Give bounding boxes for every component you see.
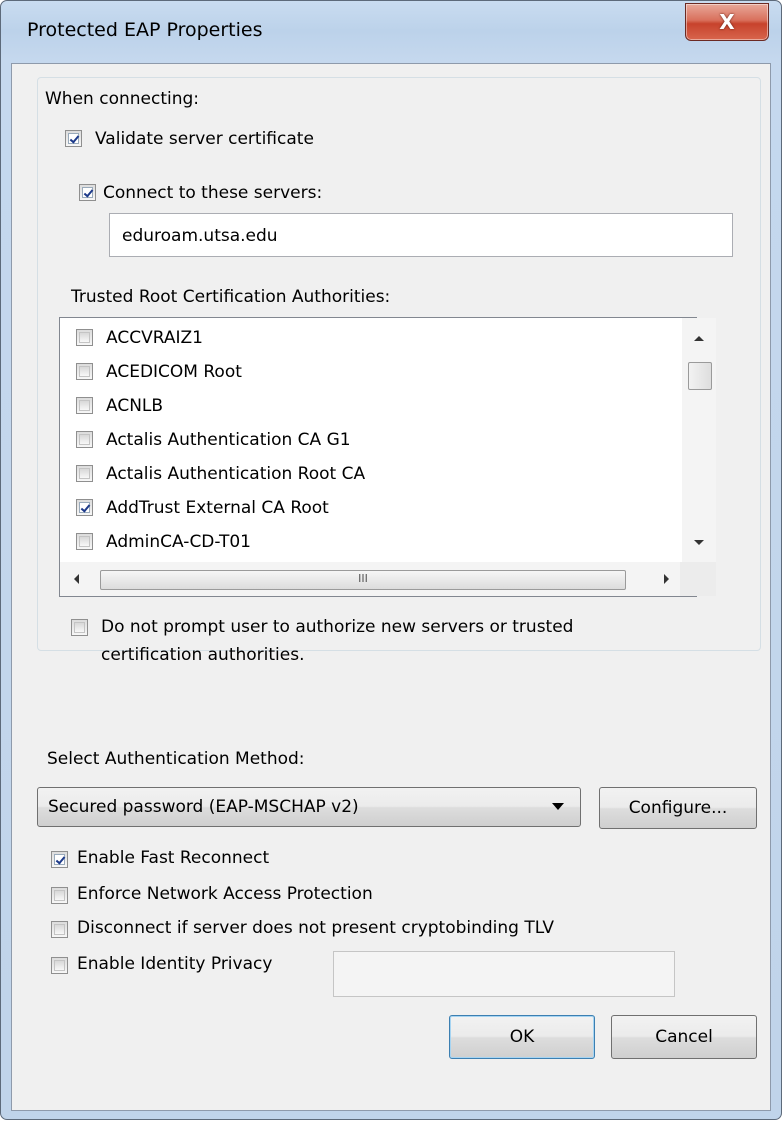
trusted-authorities-list[interactable]: ACCVRAIZ1 ACEDICOM Root ACNLB Actalis Au… xyxy=(59,317,716,597)
authority-label: ACCVRAIZ1 xyxy=(106,328,203,348)
close-icon: X xyxy=(719,10,735,34)
cancel-button-label: Cancel xyxy=(655,1027,713,1047)
configure-button-label: Configure... xyxy=(628,798,728,818)
servers-input[interactable]: eduroam.utsa.edu xyxy=(109,213,733,257)
vertical-scrollbar[interactable] xyxy=(682,318,716,562)
fast-reconnect-label: Enable Fast Reconnect xyxy=(77,848,270,868)
scroll-right-icon[interactable] xyxy=(664,574,669,584)
no-prompt-label-line2: certification authorities. xyxy=(101,645,305,665)
auth-method-heading: Select Authentication Method: xyxy=(47,749,305,769)
authority-label: AdminCA-CD-T01 xyxy=(106,532,251,552)
auth-method-select[interactable]: Secured password (EAP-MSCHAP v2) xyxy=(37,787,581,827)
authority-checkbox[interactable] xyxy=(76,533,93,550)
horizontal-scroll-thumb[interactable]: III xyxy=(100,570,626,590)
authority-label: ACEDICOM Root xyxy=(106,362,242,382)
cryptobinding-checkbox[interactable] xyxy=(51,921,68,938)
scroll-left-icon[interactable] xyxy=(74,574,79,584)
scroll-up-icon[interactable] xyxy=(694,336,704,341)
horizontal-scrollbar[interactable]: III xyxy=(60,562,680,596)
authority-checkbox[interactable] xyxy=(76,329,93,346)
validate-cert-checkbox[interactable] xyxy=(65,130,82,147)
validate-cert-label: Validate server certificate xyxy=(95,129,314,149)
identity-privacy-checkbox[interactable] xyxy=(51,957,68,974)
enforce-nap-label: Enforce Network Access Protection xyxy=(77,884,373,904)
dialog-window: Protected EAP Properties X When connecti… xyxy=(0,0,782,1120)
authority-checkbox[interactable] xyxy=(76,465,93,482)
connect-servers-label: Connect to these servers: xyxy=(103,183,323,203)
enforce-nap-checkbox[interactable] xyxy=(51,887,68,904)
authority-label: AddTrust External CA Root xyxy=(106,498,329,518)
ok-button-label: OK xyxy=(509,1027,535,1047)
trusted-authorities-heading: Trusted Root Certification Authorities: xyxy=(71,287,391,307)
scrollbar-corner xyxy=(680,562,716,596)
close-button[interactable]: X xyxy=(685,3,769,41)
identity-privacy-label: Enable Identity Privacy xyxy=(77,954,273,974)
window-title: Protected EAP Properties xyxy=(27,19,263,41)
ok-button[interactable]: OK xyxy=(449,1015,595,1059)
identity-privacy-input[interactable] xyxy=(333,951,675,997)
authority-checkbox[interactable] xyxy=(76,363,93,380)
connect-servers-checkbox[interactable] xyxy=(79,184,96,201)
fast-reconnect-checkbox[interactable] xyxy=(51,851,68,868)
no-prompt-label-line1: Do not prompt user to authorize new serv… xyxy=(101,617,574,637)
auth-method-value: Secured password (EAP-MSCHAP v2) xyxy=(48,797,359,817)
servers-input-value: eduroam.utsa.edu xyxy=(122,226,278,246)
authority-checkbox[interactable] xyxy=(76,431,93,448)
no-prompt-checkbox[interactable] xyxy=(71,619,88,636)
title-bar[interactable]: Protected EAP Properties X xyxy=(1,1,781,65)
configure-button[interactable]: Configure... xyxy=(599,787,757,829)
validate-cert-row[interactable]: Validate server certificate xyxy=(61,125,320,155)
authority-checkbox[interactable] xyxy=(76,499,93,516)
authority-label: Actalis Authentication Root CA xyxy=(106,464,366,484)
vertical-scroll-thumb[interactable] xyxy=(688,362,712,390)
cancel-button[interactable]: Cancel xyxy=(611,1015,757,1059)
authority-checkbox[interactable] xyxy=(76,397,93,414)
chevron-down-icon xyxy=(552,803,564,810)
authority-label: ACNLB xyxy=(106,396,164,416)
scroll-down-icon[interactable] xyxy=(694,540,704,545)
cryptobinding-label: Disconnect if server does not present cr… xyxy=(77,918,554,938)
authority-label: Actalis Authentication CA G1 xyxy=(106,430,351,450)
grip-icon: III xyxy=(358,572,368,585)
